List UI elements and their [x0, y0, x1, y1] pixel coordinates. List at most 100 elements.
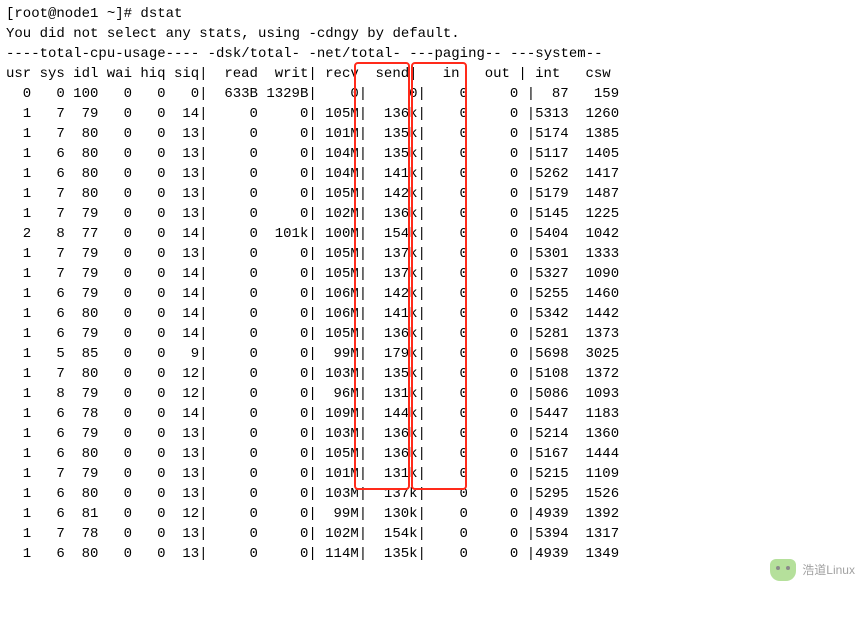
cell-read: 0 [216, 324, 258, 344]
cell-recv: 105M [317, 104, 359, 124]
separator-icon: | [308, 204, 316, 224]
cell-send: 141k [376, 164, 418, 184]
separator-icon: | [199, 204, 207, 224]
separator-icon: | [308, 524, 316, 544]
cell-wai: 0 [98, 244, 132, 264]
wechat-icon [770, 559, 796, 581]
separator-icon: | [308, 424, 316, 444]
cell-recv: 103M [317, 484, 359, 504]
cell-in: 0 [426, 364, 468, 384]
separator-icon: | [308, 244, 316, 264]
separator-icon: | [359, 424, 367, 444]
cell-recv: 105M [317, 324, 359, 344]
separator-icon: | [359, 284, 367, 304]
table-row: 28770014|0101k|100M|154k|00 |54041042 [6, 224, 855, 244]
cell-writ: 0 [258, 244, 308, 264]
cell-csw: 1333 [569, 244, 619, 264]
separator-icon: | [418, 244, 426, 264]
cell-out: 0 [476, 464, 518, 484]
separator-icon: | [199, 544, 207, 564]
cell-idl: 77 [65, 224, 99, 244]
cell-csw: 1093 [569, 384, 619, 404]
separator-icon: | [518, 284, 526, 304]
cell-siq: 0 [166, 84, 200, 104]
cell-csw: 1260 [569, 104, 619, 124]
cell-wai: 0 [98, 484, 132, 504]
cell-writ: 0 [258, 104, 308, 124]
dstat-rows: 00100000|633B1329B|0|0|00 |8715917790014… [6, 84, 855, 564]
cell-read: 0 [216, 224, 258, 244]
cell-hiq: 0 [132, 264, 166, 284]
cell-hiq: 0 [132, 324, 166, 344]
cell-in: 0 [426, 404, 468, 424]
cell-csw: 1487 [569, 184, 619, 204]
cell-usr: 2 [6, 224, 31, 244]
table-row: 16790014|00|105M|136k|00 |52811373 [6, 324, 855, 344]
cell-read: 0 [216, 304, 258, 324]
separator-icon: | [359, 124, 367, 144]
table-row: 17790013|00|101M|131k|00 |52151109 [6, 464, 855, 484]
cell-read: 0 [216, 204, 258, 224]
cell-recv: 105M [317, 244, 359, 264]
cell-siq: 13 [166, 444, 200, 464]
cell-wai: 0 [98, 84, 132, 104]
separator-icon: | [308, 544, 316, 564]
cell-read: 0 [216, 464, 258, 484]
cell-out: 0 [476, 424, 518, 444]
cell-sys: 7 [31, 264, 65, 284]
separator-icon: | [518, 344, 526, 364]
table-row: 16800013|00|103M|137k|00 |52951526 [6, 484, 855, 504]
cell-usr: 1 [6, 204, 31, 224]
cell-read: 0 [216, 344, 258, 364]
cell-wai: 0 [98, 544, 132, 564]
col-siq: siq [166, 64, 200, 84]
cell-int: 5117 [527, 144, 569, 164]
cell-int: 5086 [527, 384, 569, 404]
separator-icon: | [308, 444, 316, 464]
separator-icon: | [308, 264, 316, 284]
cell-in: 0 [426, 424, 468, 444]
cell-hiq: 0 [132, 184, 166, 204]
cell-wai: 0 [98, 504, 132, 524]
cell-in: 0 [426, 524, 468, 544]
separator-icon: | [518, 404, 526, 424]
table-row: 16810012|00|99M|130k|00 |49391392 [6, 504, 855, 524]
cell-csw: 1372 [569, 364, 619, 384]
cell-out: 0 [476, 504, 518, 524]
separator-icon: | [518, 504, 526, 524]
separator-icon: | [518, 144, 526, 164]
cell-sys: 6 [31, 544, 65, 564]
separator-icon: | [418, 204, 426, 224]
cell-read: 0 [216, 444, 258, 464]
table-row: 16800014|00|106M|141k|00 |53421442 [6, 304, 855, 324]
cell-siq: 14 [166, 324, 200, 344]
separator-icon: | [199, 124, 207, 144]
cell-in: 0 [426, 144, 468, 164]
cell-usr: 1 [6, 424, 31, 444]
separator-icon: | [308, 84, 316, 104]
cell-writ: 101k [258, 224, 308, 244]
cell-wai: 0 [98, 444, 132, 464]
cell-siq: 13 [166, 544, 200, 564]
cell-int: 5394 [527, 524, 569, 544]
cell-int: 5281 [527, 324, 569, 344]
cell-read: 0 [216, 424, 258, 444]
cell-usr: 1 [6, 524, 31, 544]
col-sys: sys [31, 64, 65, 84]
col-wai: wai [98, 64, 132, 84]
cell-recv: 101M [317, 124, 359, 144]
separator-icon: | [418, 424, 426, 444]
separator-icon: | [359, 204, 367, 224]
cell-int: 5215 [527, 464, 569, 484]
cell-idl: 80 [65, 484, 99, 504]
cell-in: 0 [426, 264, 468, 284]
table-row: 17800013|00|105M|142k|00 |51791487 [6, 184, 855, 204]
cell-recv: 105M [317, 264, 359, 284]
cell-send: 142k [376, 184, 418, 204]
cell-send: 135k [376, 144, 418, 164]
col-read: read [216, 64, 258, 84]
cell-int: 5108 [527, 364, 569, 384]
cell-siq: 13 [166, 184, 200, 204]
separator-icon: | [409, 64, 417, 84]
cell-in: 0 [426, 484, 468, 504]
